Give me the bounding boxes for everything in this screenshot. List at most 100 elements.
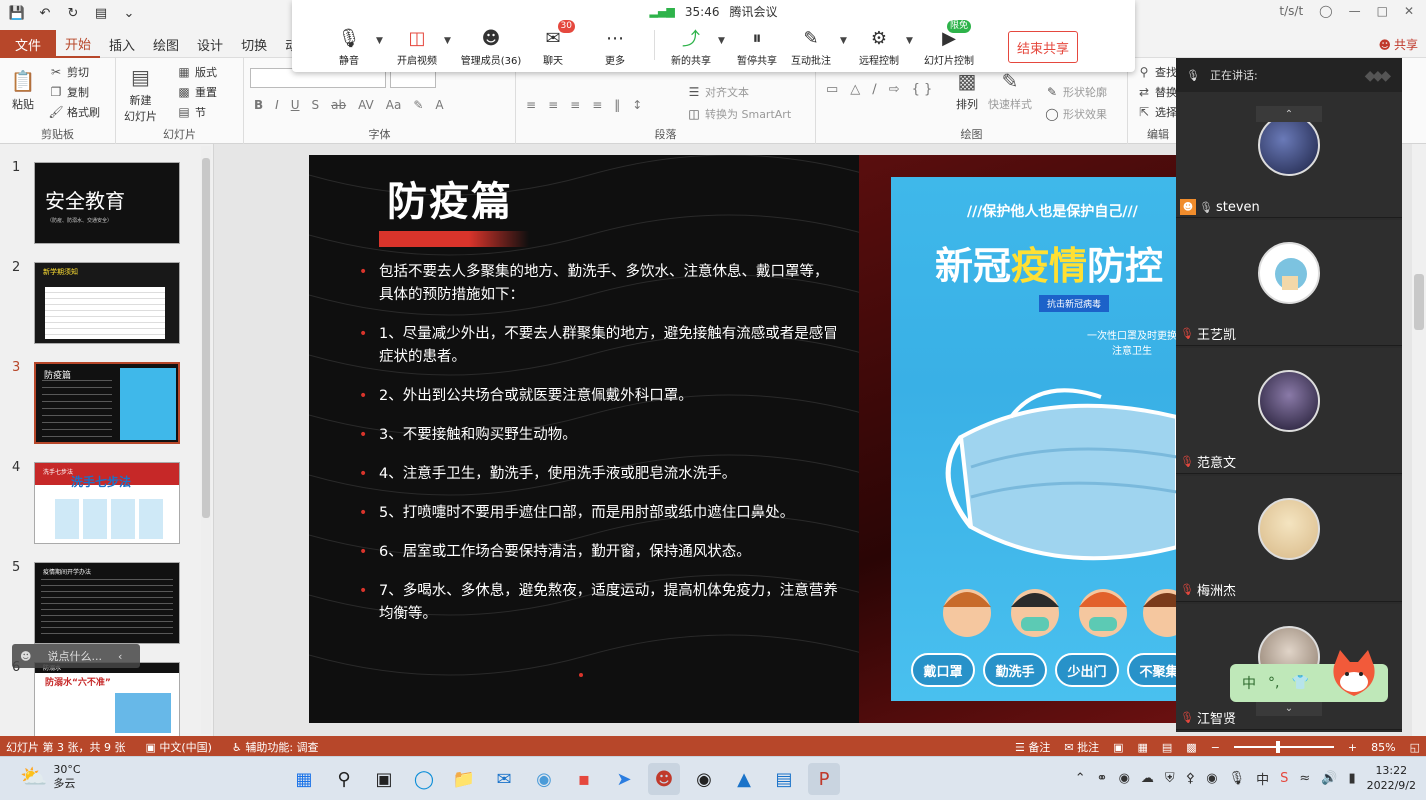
rectangle-shape-icon[interactable]: ▭ bbox=[826, 82, 838, 97]
account-icon[interactable]: ◯ bbox=[1319, 4, 1332, 18]
remote-control-button[interactable]: ⚙ 远程控制 bbox=[844, 26, 914, 68]
tab-file[interactable]: 文件 bbox=[0, 30, 56, 58]
manage-members-button[interactable]: ☻ 管理成员(36) bbox=[456, 26, 526, 68]
justify-icon[interactable]: ≡ bbox=[592, 98, 602, 112]
align-left-icon[interactable]: ≡ bbox=[526, 98, 536, 112]
start-icon[interactable]: ▦ bbox=[288, 763, 320, 795]
zoom-in-icon[interactable]: + bbox=[1348, 741, 1357, 754]
edge-icon[interactable]: ◯ bbox=[408, 763, 440, 795]
language-status[interactable]: ▣ 中文(中国) bbox=[145, 739, 212, 755]
align-center-icon[interactable]: ≡ bbox=[548, 98, 558, 112]
tencent-meeting-icon[interactable]: ▲ bbox=[728, 763, 760, 795]
video-button[interactable]: ◫ 开启视频 bbox=[382, 26, 452, 68]
avatar-app-icon[interactable]: ☻ bbox=[648, 763, 680, 795]
tab-draw[interactable]: 绘图 bbox=[144, 30, 188, 58]
shirt-icon[interactable]: 👕 bbox=[1291, 675, 1308, 691]
undo-icon[interactable]: ↶ bbox=[36, 4, 54, 22]
close-icon[interactable]: ✕ bbox=[1404, 4, 1414, 18]
video-options-caret[interactable]: ▼ bbox=[444, 36, 451, 46]
current-slide[interactable]: 防疫篇 • 包括不要去人多聚集的地方、勤洗手、多饮水、注意休息、戴口罩等，具体的预… bbox=[309, 155, 1177, 723]
find-button[interactable]: ⚲ 查找 bbox=[1136, 64, 1177, 80]
shape-outline-button[interactable]: ✎ 形状轮廓 bbox=[1044, 84, 1107, 100]
normal-view-icon[interactable]: ▣ bbox=[1113, 741, 1123, 754]
browser-icon[interactable]: ◉ bbox=[528, 763, 560, 795]
participant-card[interactable]: 🎙 王艺凯 bbox=[1176, 220, 1402, 346]
thumbnail-scroll-thumb[interactable] bbox=[202, 158, 210, 518]
slide-thumbnail-4[interactable]: 洗手七步法 洗手七步法 bbox=[34, 462, 180, 544]
strikethrough-icon[interactable]: ab bbox=[331, 98, 346, 112]
fit-to-window-icon[interactable]: ◱ bbox=[1410, 741, 1420, 754]
tray-chevron-icon[interactable]: ⌃ bbox=[1075, 771, 1086, 786]
layout-button[interactable]: ▦ 版式 bbox=[176, 64, 217, 80]
whiteboard-icon[interactable]: ▤ bbox=[768, 763, 800, 795]
sogou-icon[interactable]: S bbox=[1280, 771, 1288, 786]
usb-icon[interactable]: ⚭ bbox=[1097, 771, 1108, 786]
cloud-icon[interactable]: ☁ bbox=[1141, 771, 1154, 786]
ime-toolbar[interactable]: 中 °, 👕 bbox=[1230, 650, 1388, 702]
zoom-level[interactable]: 85% bbox=[1371, 741, 1395, 754]
present-icon[interactable]: ▤ bbox=[92, 4, 110, 22]
obs-icon[interactable]: ◉ bbox=[688, 763, 720, 795]
reset-button[interactable]: ▩ 重置 bbox=[176, 84, 217, 100]
participant-card[interactable]: 🎙 梅洲杰 bbox=[1176, 476, 1402, 602]
section-button[interactable]: ▤ 节 bbox=[176, 104, 206, 120]
triangle-shape-icon[interactable]: △ bbox=[850, 82, 860, 97]
editor-scrollbar[interactable] bbox=[1412, 144, 1426, 736]
shadow-icon[interactable]: S bbox=[312, 98, 320, 112]
annotate-button[interactable]: ✎ 互动批注 bbox=[776, 26, 846, 68]
font-color-icon[interactable]: A bbox=[435, 98, 443, 112]
bluetooth-icon[interactable]: ⚴ bbox=[1186, 771, 1196, 786]
participant-card[interactable]: 🎙 范意文 bbox=[1176, 348, 1402, 474]
emoji-icon[interactable]: ☻ bbox=[20, 650, 31, 663]
align-right-icon[interactable]: ≡ bbox=[570, 98, 580, 112]
notes-button[interactable]: ☰ 备注 bbox=[1015, 739, 1050, 755]
cut-button[interactable]: ✂ 剪切 bbox=[48, 64, 89, 80]
maximize-icon[interactable]: □ bbox=[1377, 4, 1388, 18]
chat-button[interactable]: ✉ 30 聊天 bbox=[518, 20, 588, 67]
shapes-gallery[interactable]: ▭ △ ∕ ⇨ { } bbox=[826, 82, 932, 97]
slide-thumbnail-2[interactable]: 新学期须知 bbox=[34, 262, 180, 344]
mail-icon[interactable]: ✉ bbox=[488, 763, 520, 795]
tab-home[interactable]: 开始 bbox=[56, 30, 101, 58]
comments-button[interactable]: ✉ 批注 bbox=[1064, 739, 1099, 755]
end-share-button[interactable]: 结束共享 bbox=[1008, 31, 1078, 63]
align-text-button[interactable]: ☰ 对齐文本 bbox=[686, 84, 749, 100]
char-spacing-icon[interactable]: AV bbox=[358, 98, 374, 112]
italic-icon[interactable]: I bbox=[275, 98, 279, 112]
mute-button[interactable]: 🎙 静音 bbox=[314, 26, 384, 68]
share-button[interactable]: ☻ 共享 bbox=[1378, 36, 1418, 53]
thumbnail-scrollbar[interactable] bbox=[201, 146, 211, 734]
slide-thumbnail-5[interactable]: 疫情期间开学办法 bbox=[34, 562, 180, 644]
tab-design[interactable]: 设计 bbox=[188, 30, 232, 58]
remote-options-caret[interactable]: ▼ bbox=[906, 36, 913, 46]
scroll-up-icon[interactable]: ⌃ bbox=[1256, 106, 1322, 122]
save-icon[interactable]: 💾 bbox=[8, 4, 26, 22]
shape-effects-button[interactable]: ◯ 形状效果 bbox=[1044, 106, 1107, 122]
new-share-button[interactable]: ⤴ 新的共享 bbox=[656, 26, 726, 67]
brace-shape-icon[interactable]: { } bbox=[912, 82, 933, 97]
underline-icon[interactable]: U bbox=[291, 98, 300, 112]
format-painter-button[interactable]: 🖌 格式刷 bbox=[48, 104, 100, 120]
ime-punct[interactable]: °, bbox=[1268, 675, 1279, 691]
zoom-slider[interactable] bbox=[1233, 741, 1334, 753]
wifi-icon[interactable]: ≈ bbox=[1299, 771, 1310, 786]
slide-thumbnail-1[interactable]: 安全教育 （防疫、防溺水、交通安全） bbox=[34, 162, 180, 244]
clock[interactable]: 13:22 2022/9/2 bbox=[1367, 763, 1416, 793]
replace-button[interactable]: ⇄ 替换 bbox=[1136, 84, 1177, 100]
battery-icon[interactable]: ▮ bbox=[1348, 771, 1355, 786]
slide-control-button[interactable]: ▶ 限免 幻灯片控制 bbox=[914, 20, 984, 67]
quick-styles-button[interactable]: ✎ 快速样式 bbox=[988, 68, 1032, 112]
meeting-chat-input[interactable]: ☻ 说点什么... ‹ bbox=[12, 644, 140, 668]
task-view-icon[interactable]: ▣ bbox=[368, 763, 400, 795]
reading-view-icon[interactable]: ▤ bbox=[1162, 741, 1172, 754]
columns-icon[interactable]: ‖ bbox=[614, 98, 620, 112]
zoom-out-icon[interactable]: − bbox=[1211, 741, 1220, 754]
arrange-button[interactable]: ▩ 排列 bbox=[954, 68, 980, 112]
more-button[interactable]: ⋯ 更多 bbox=[580, 26, 650, 68]
slide-sorter-icon[interactable]: ▦ bbox=[1137, 741, 1147, 754]
highlight-icon[interactable]: ✎ bbox=[413, 98, 423, 112]
scroll-down-icon[interactable]: ⌄ bbox=[1256, 700, 1322, 716]
powerpoint-icon[interactable]: P bbox=[808, 763, 840, 795]
slide-thumbnail-3[interactable]: 防疫篇 bbox=[34, 362, 180, 444]
redo-icon[interactable]: ↻ bbox=[64, 4, 82, 22]
